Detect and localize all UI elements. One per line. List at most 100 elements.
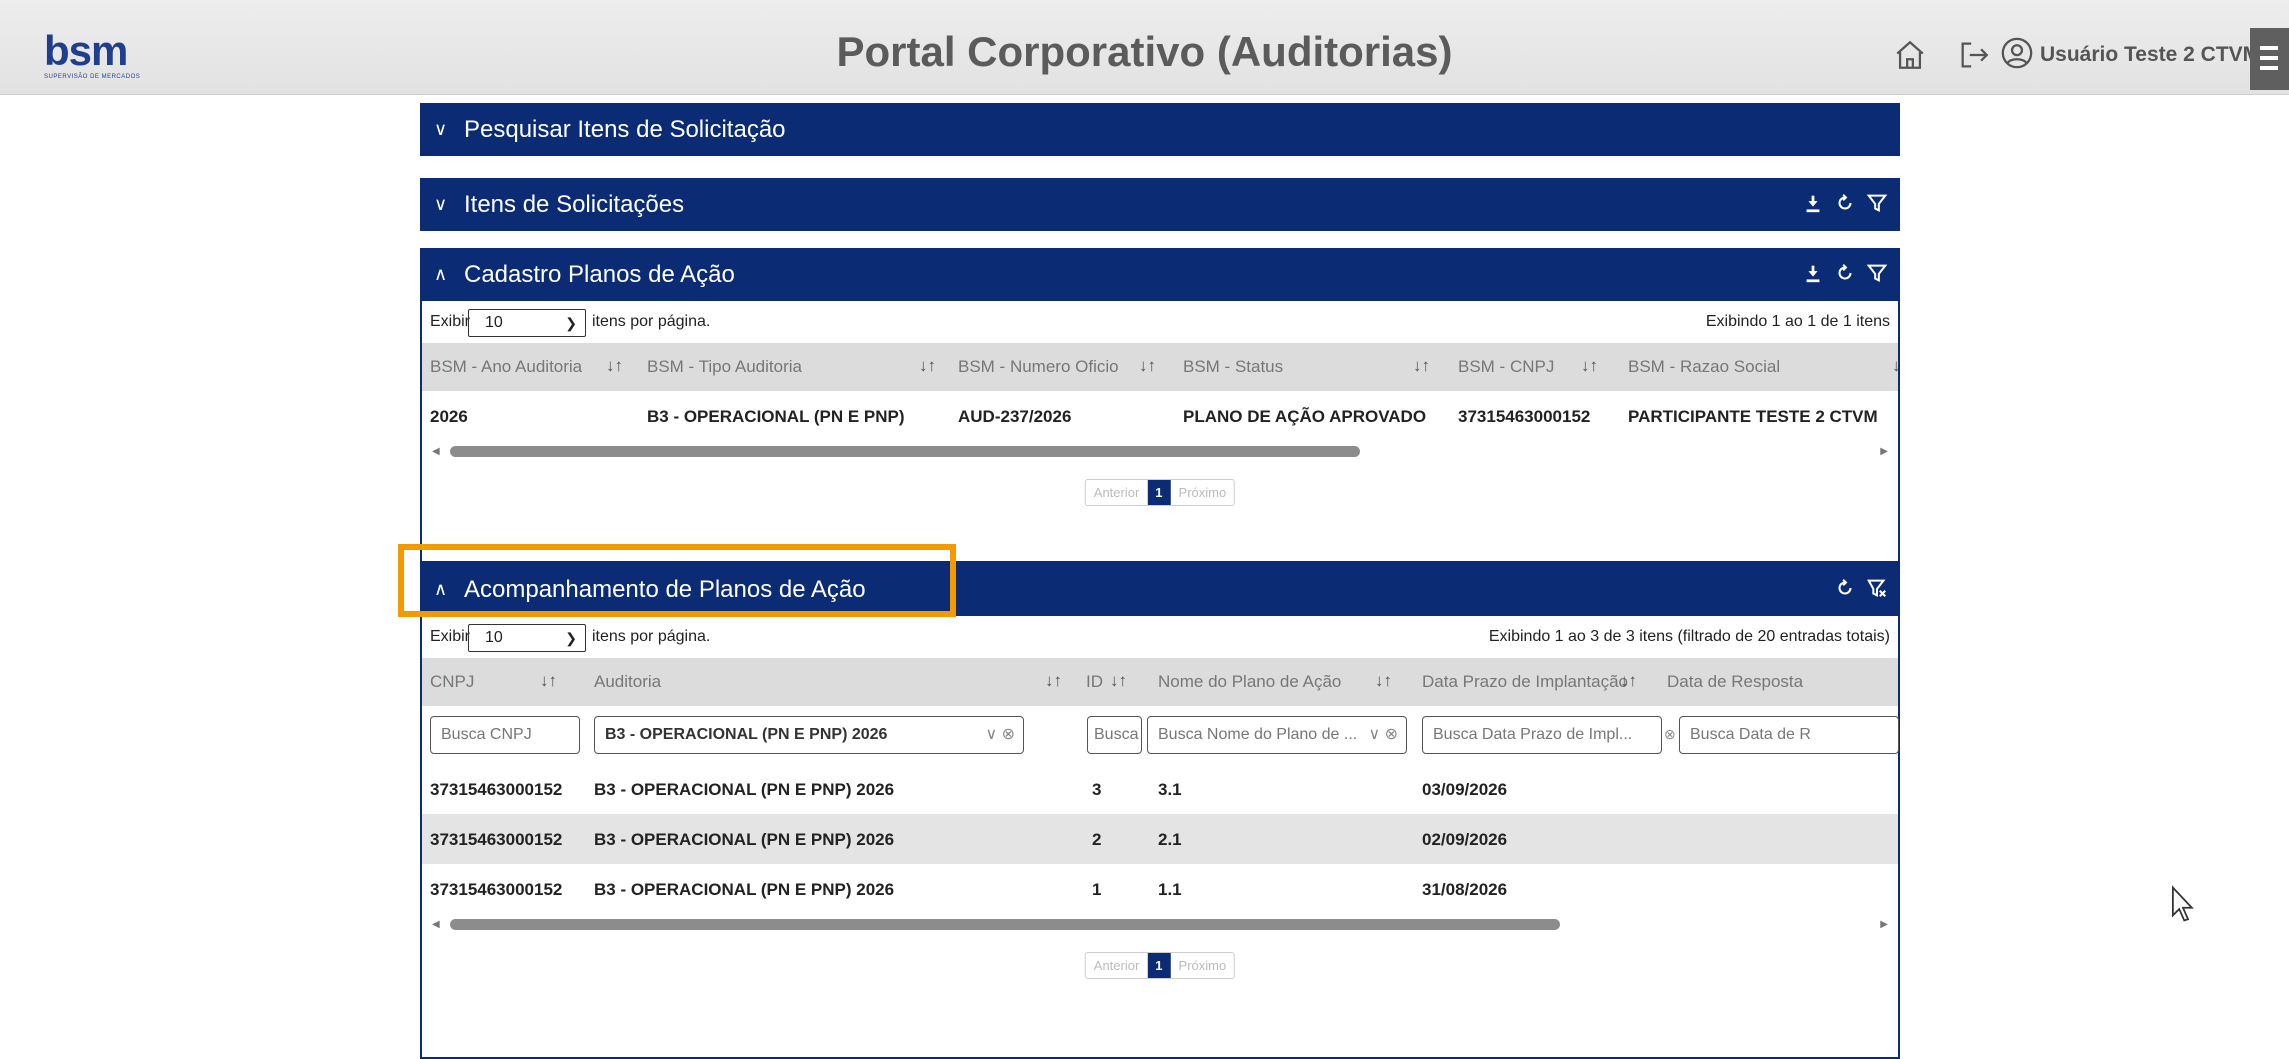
refresh-icon[interactable] <box>1834 575 1856 601</box>
cnpj-search-input[interactable]: Busca CNPJ <box>430 716 580 754</box>
previous-page-button[interactable]: Anterior <box>1086 480 1148 505</box>
items-per-page-select[interactable]: 10 ❯ <box>468 309 586 337</box>
sort-icon[interactable]: ↓↑ <box>1375 671 1392 691</box>
download-icon[interactable] <box>1802 260 1824 286</box>
table-info: Exibindo 1 ao 1 de 1 itens <box>1705 313 1890 330</box>
chevron-down-icon: ∨ <box>434 119 448 139</box>
items-per-page-select[interactable]: 10 ❯ <box>468 624 586 652</box>
auditoria-filter-value: B3 - OPERACIONAL (PN E PNP) 2026 <box>605 726 888 743</box>
table-row[interactable]: 37315463000152 B3 - OPERACIONAL (PN E PN… <box>422 814 1898 864</box>
panel-title: Itens de Solicitações <box>464 190 685 218</box>
cell: 37315463000152 <box>430 880 563 899</box>
menu-button[interactable] <box>2250 28 2289 90</box>
column-header[interactable]: BSM - CNPJ <box>1458 357 1554 377</box>
scroll-right-icon[interactable]: ▶ <box>1880 919 1888 930</box>
length-label-suffix: itens por página. <box>592 313 711 330</box>
cell: 37315463000152 <box>430 780 563 799</box>
sort-icon[interactable]: ↓↑ <box>1139 356 1156 376</box>
prazo-search-input[interactable]: Busca Data Prazo de Impl... <box>1422 716 1662 754</box>
id-search-input[interactable]: Busca <box>1087 716 1142 754</box>
scroll-thumb[interactable] <box>450 919 1560 930</box>
column-header[interactable]: Data Prazo de Implantação <box>1422 672 1628 692</box>
table-row[interactable]: 37315463000152 B3 - OPERACIONAL (PN E PN… <box>422 864 1898 914</box>
cell: 2.1 <box>1158 830 1182 849</box>
column-header[interactable]: BSM - Tipo Auditoria <box>647 357 802 377</box>
sort-icon[interactable]: ↓↑ <box>1045 671 1062 691</box>
refresh-icon[interactable] <box>1834 260 1856 286</box>
length-label-suffix: itens por página. <box>592 628 711 645</box>
scroll-left-icon[interactable]: ◀ <box>432 919 440 930</box>
sort-icon[interactable]: ↓↑ <box>540 671 557 691</box>
sort-icon[interactable]: ↓↑ <box>1620 671 1637 691</box>
previous-page-button[interactable]: Anterior <box>1086 953 1148 978</box>
panel-items-header[interactable]: ∨ Itens de Solicitações <box>420 178 1900 231</box>
cell: 1 <box>1092 880 1102 899</box>
horizontal-scrollbar[interactable]: ◀ ▶ <box>422 914 1898 936</box>
scroll-thumb[interactable] <box>450 446 1360 457</box>
cell: PLANO DE AÇÃO APROVADO <box>1183 407 1427 426</box>
download-icon[interactable] <box>1802 190 1824 216</box>
column-header[interactable]: BSM - Razao Social <box>1628 357 1780 377</box>
logout-icon[interactable] <box>1957 38 1991 72</box>
clear-icon[interactable]: ⊗ <box>1664 726 1676 743</box>
resposta-search-input[interactable]: Busca Data de R <box>1679 716 1899 754</box>
column-header[interactable]: Data de Resposta <box>1667 672 1803 692</box>
sort-icon[interactable]: ↓↑ <box>1581 356 1598 376</box>
cell: 1.1 <box>1158 880 1182 899</box>
sort-icon[interactable]: ↓ <box>1892 356 1901 376</box>
panel-cadastro-header[interactable]: ∧ Cadastro Planos de Ação <box>420 248 1900 301</box>
filter-row: Busca CNPJ B3 - OPERACIONAL (PN E PNP) 2… <box>422 706 1899 764</box>
current-page-button[interactable]: 1 <box>1147 480 1171 505</box>
horizontal-scrollbar[interactable]: ◀ ▶ <box>422 441 1898 463</box>
column-header[interactable]: Auditoria <box>594 672 661 692</box>
scroll-left-icon[interactable]: ◀ <box>432 446 440 457</box>
cell: B3 - OPERACIONAL (PN E PNP) 2026 <box>594 780 895 799</box>
refresh-icon[interactable] <box>1834 190 1856 216</box>
next-page-button[interactable]: Próximo <box>1171 953 1235 978</box>
length-label-prefix: Exibir <box>430 628 471 645</box>
auditoria-filter-select[interactable]: B3 - OPERACIONAL (PN E PNP) 2026 ∨ ⊗ <box>594 716 1024 754</box>
panel-acompanhamento-body: Exibir 10 ❯ itens por página. Exibindo 1… <box>420 616 1900 1059</box>
nome-filter-select[interactable]: Busca Nome do Plano de ... ∨ ⊗ <box>1147 716 1407 754</box>
cell: 3 <box>1092 780 1102 799</box>
user-name[interactable]: Usuário Teste 2 CTVM <box>2040 43 2260 67</box>
panel-title: Pesquisar Itens de Solicitação <box>464 115 786 143</box>
table-row[interactable]: 37315463000152 B3 - OPERACIONAL (PN E PN… <box>422 764 1898 814</box>
sort-icon[interactable]: ↓↑ <box>919 356 936 376</box>
page-title: Portal Corporativo (Auditorias) <box>836 28 1453 75</box>
panel-search-header[interactable]: ∨ Pesquisar Itens de Solicitação <box>420 103 1900 156</box>
sort-icon[interactable]: ↓↑ <box>1413 356 1430 376</box>
clear-icon[interactable]: ∨ ⊗ <box>1368 717 1398 753</box>
cell: 03/09/2026 <box>1422 780 1508 799</box>
column-header[interactable]: CNPJ <box>430 672 474 692</box>
column-header[interactable]: BSM - Status <box>1183 357 1283 377</box>
home-icon[interactable] <box>1893 38 1927 72</box>
filter-icon[interactable] <box>1866 190 1888 216</box>
cell: 37315463000152 <box>430 830 563 849</box>
user-icon[interactable] <box>2000 36 2034 70</box>
column-header[interactable]: Nome do Plano de Ação <box>1158 672 1341 692</box>
column-header[interactable]: BSM - Numero Oficio <box>958 357 1119 377</box>
cell: PARTICIPANTE TESTE 2 CTVM <box>1628 407 1878 426</box>
clear-filter-icon[interactable] <box>1866 575 1888 601</box>
next-page-button[interactable]: Próximo <box>1171 480 1235 505</box>
current-page-button[interactable]: 1 <box>1147 953 1171 978</box>
panel-search: ∨ Pesquisar Itens de Solicitação <box>420 103 1900 156</box>
chevron-down-icon: ❯ <box>565 315 577 331</box>
chevron-up-icon: ∧ <box>434 264 448 284</box>
cell: 2 <box>1092 830 1102 849</box>
chevron-down-icon: ∨ <box>434 194 448 214</box>
column-header[interactable]: BSM - Ano Auditoria <box>430 357 582 377</box>
column-header[interactable]: ID <box>1086 672 1103 692</box>
table-info: Exibindo 1 ao 3 de 3 itens (filtrado de … <box>1488 628 1890 645</box>
filter-icon[interactable] <box>1866 260 1888 286</box>
table-row[interactable]: 2026 B3 - OPERACIONAL (PN E PNP) AUD-237… <box>422 391 1898 441</box>
nome-filter-placeholder: Busca Nome do Plano de ... <box>1158 726 1358 743</box>
clear-icon[interactable]: ∨ ⊗ <box>985 717 1015 753</box>
sort-icon[interactable]: ↓↑ <box>1110 671 1127 691</box>
items-per-page-value: 10 <box>485 629 503 646</box>
scroll-right-icon[interactable]: ▶ <box>1880 446 1888 457</box>
panel-cadastro: ∧ Cadastro Planos de Ação Exibir 10 ❯ it… <box>420 248 1901 563</box>
sort-icon[interactable]: ↓↑ <box>606 356 623 376</box>
cell: AUD-237/2026 <box>958 407 1072 426</box>
